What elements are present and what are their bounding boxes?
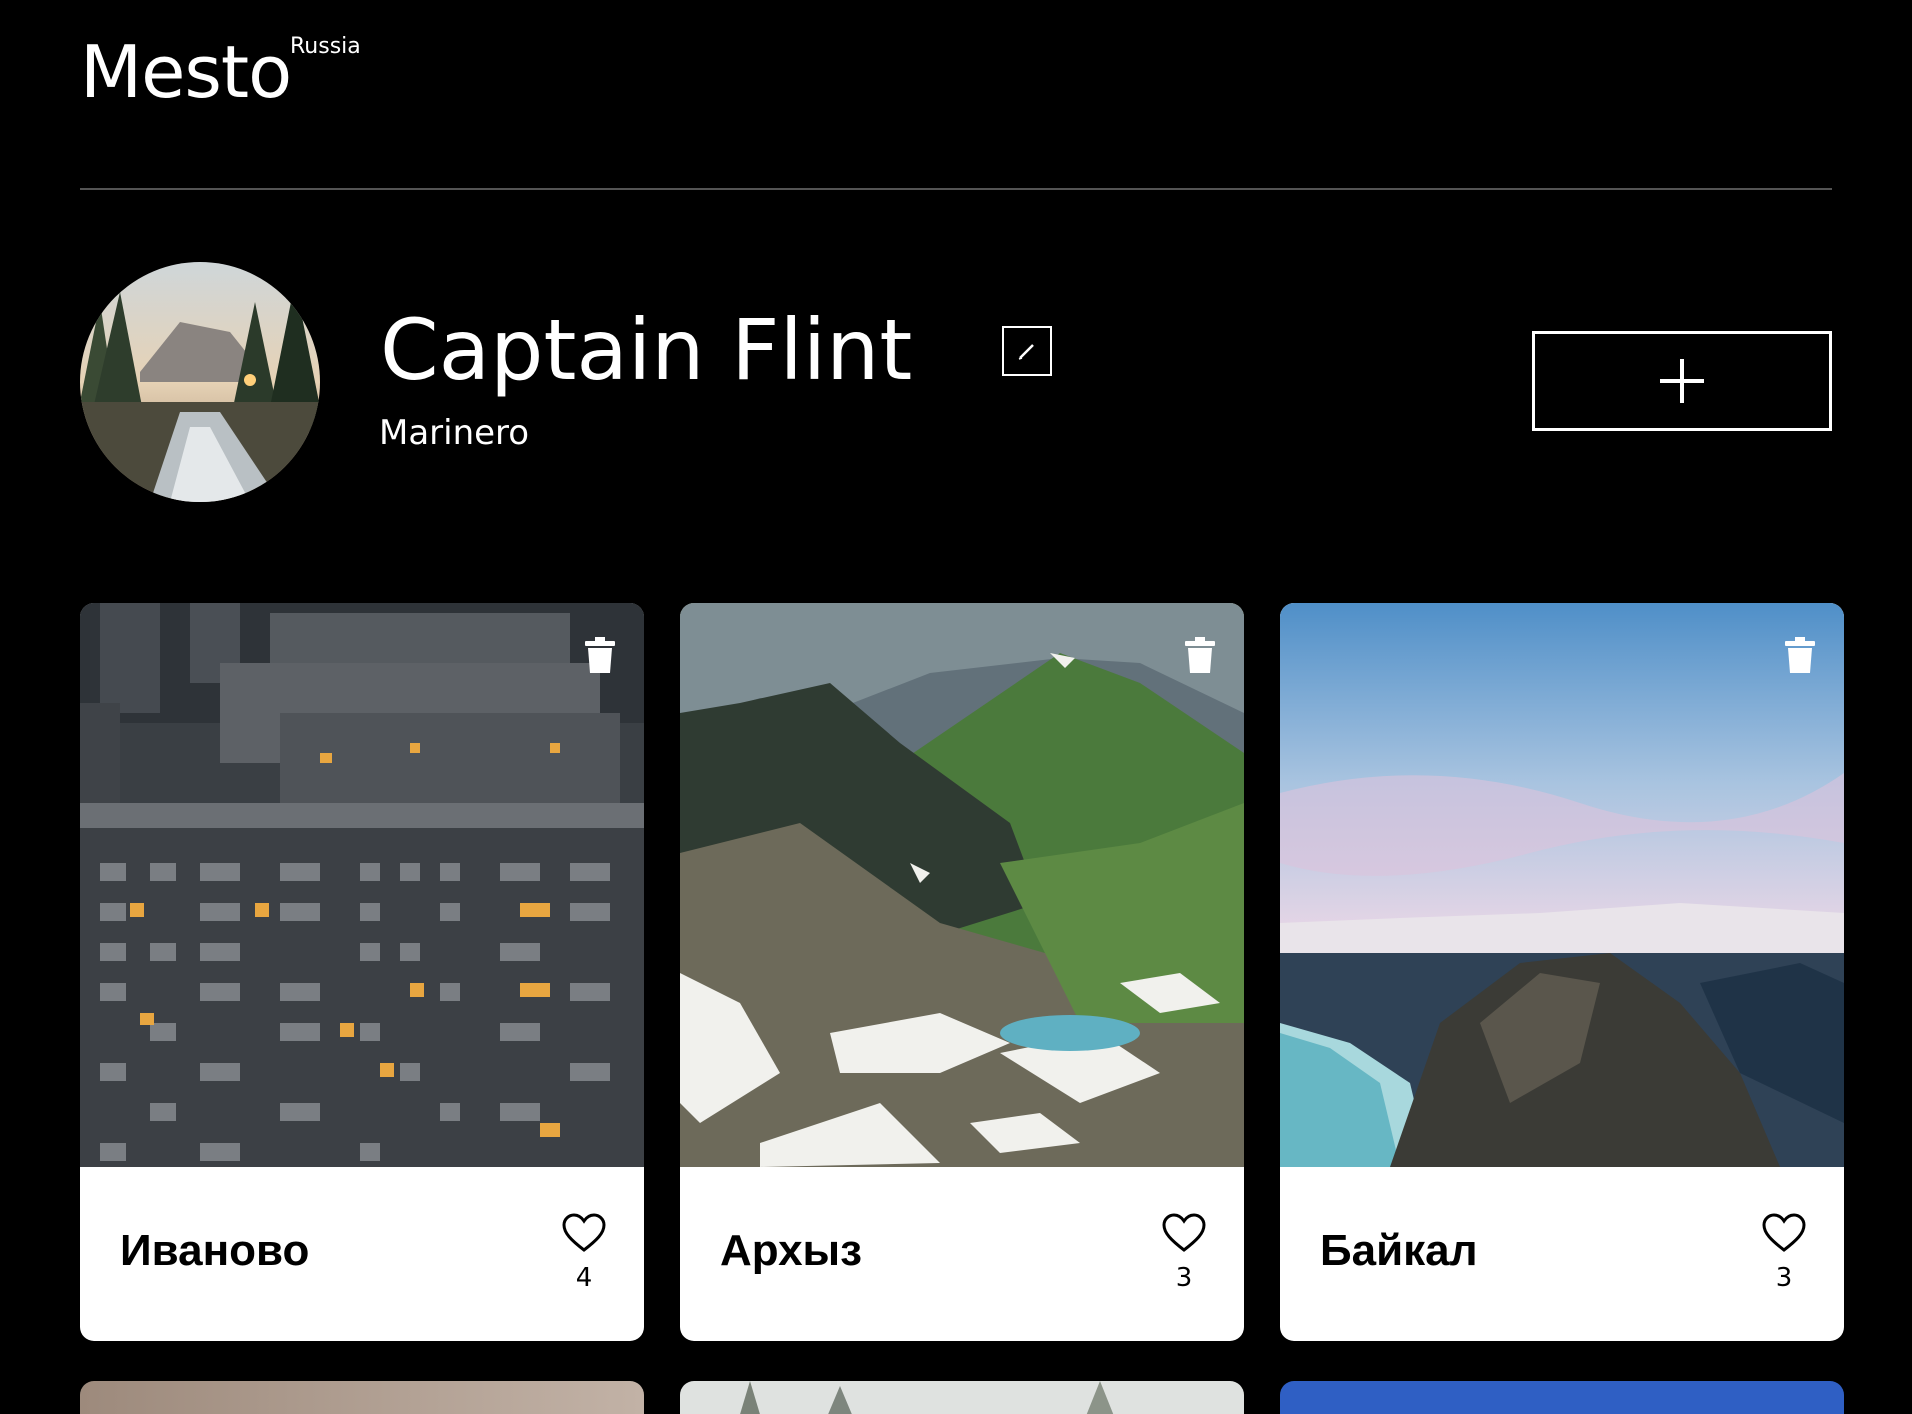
card-grid: Иваново 4 Архыз 3 Байкал 3 — [80, 603, 1844, 1414]
card: Иваново 4 — [80, 603, 644, 1341]
city-apartments-image — [80, 603, 644, 1167]
trash-icon[interactable] — [1184, 637, 1216, 673]
card-title: Архыз — [720, 1226, 862, 1275]
card-footer: Байкал 3 — [1280, 1167, 1844, 1341]
lake-baikal-cliff-image — [1280, 603, 1844, 1167]
add-card-button[interactable] — [1532, 331, 1832, 431]
card-image-partial[interactable] — [680, 1381, 1244, 1414]
plus-icon — [1660, 359, 1704, 403]
like-count: 3 — [1175, 1263, 1193, 1293]
card-image[interactable] — [680, 603, 1244, 1167]
heart-icon[interactable] — [1762, 1213, 1806, 1253]
card-title: Байкал — [1320, 1226, 1478, 1275]
trash-icon[interactable] — [1784, 637, 1816, 673]
logo: Mesto — [80, 30, 292, 114]
logo-region: Russia — [290, 34, 361, 59]
profile-about: Marinero — [379, 413, 530, 453]
card-image-partial[interactable] — [80, 1381, 644, 1414]
card-image[interactable] — [80, 603, 644, 1167]
header: Mesto Russia — [80, 0, 1832, 190]
pencil-icon — [1018, 344, 1034, 360]
foggy-trees-image — [680, 1381, 1244, 1414]
heart-icon[interactable] — [1162, 1213, 1206, 1253]
warm-haze-image — [80, 1381, 644, 1414]
avatar-image — [80, 262, 320, 502]
card: Архыз 3 — [680, 603, 1244, 1341]
profile-name: Captain Flint — [380, 301, 913, 399]
card-title: Иваново — [120, 1226, 310, 1275]
heart-icon[interactable] — [562, 1213, 606, 1253]
like-count: 4 — [575, 1263, 593, 1293]
green-mountains-image — [680, 603, 1244, 1167]
edit-profile-button[interactable] — [1002, 326, 1052, 376]
blue-sky-image — [1280, 1381, 1844, 1414]
card-image-partial[interactable] — [1280, 1381, 1844, 1414]
trash-icon[interactable] — [584, 637, 616, 673]
like-count: 3 — [1775, 1263, 1793, 1293]
avatar[interactable] — [80, 262, 320, 502]
card-footer: Архыз 3 — [680, 1167, 1244, 1341]
card-image[interactable] — [1280, 603, 1844, 1167]
card: Байкал 3 — [1280, 603, 1844, 1341]
profile: Captain Flint Marinero — [80, 190, 1832, 603]
card-footer: Иваново 4 — [80, 1167, 644, 1341]
page: Mesto Russia Captain Flint Marinero Иван… — [0, 0, 1912, 1414]
